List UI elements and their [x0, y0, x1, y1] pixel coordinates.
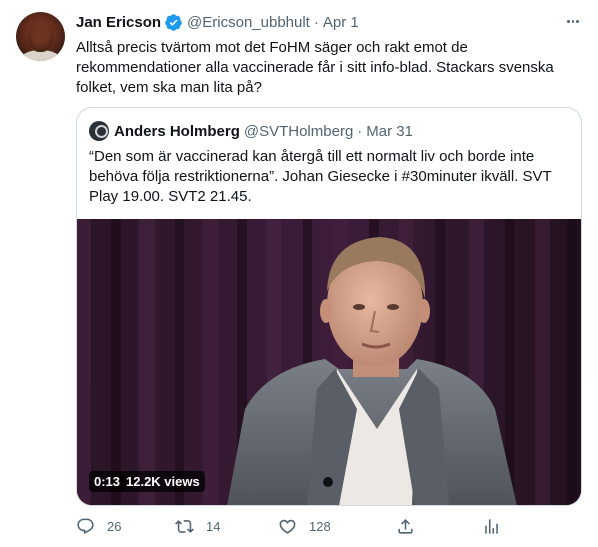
action-bar: 26 14 128	[76, 514, 498, 538]
quoted-author-name: Anders Holmberg	[114, 122, 240, 140]
tweet-text: Alltså precis tvärtom mot det FoHM säger…	[76, 39, 554, 96]
retweet-button[interactable]: 14	[175, 514, 220, 538]
video-player[interactable]: 0:13 12.2K views	[77, 219, 581, 505]
tweet-header: Jan Ericson @Ericson_ubbhult · Apr 1	[76, 12, 359, 32]
heart-icon	[279, 519, 296, 534]
like-button[interactable]: 128	[278, 514, 331, 538]
quoted-tweet-header: Anders Holmberg @SVTHolmberg · Mar 31	[89, 121, 413, 141]
quoted-author-avatar	[89, 121, 109, 141]
reply-button[interactable]: 26	[76, 514, 121, 538]
verified-badge-icon	[165, 13, 182, 31]
video-frame	[77, 219, 581, 505]
retweet-count: 14	[206, 518, 221, 534]
author-avatar[interactable]	[16, 12, 65, 61]
quoted-tweet-date: Mar 31	[366, 122, 413, 140]
quoted-tweet[interactable]: Anders Holmberg @SVTHolmberg · Mar 31 “D…	[76, 107, 582, 506]
tweet[interactable]: Jan Ericson @Ericson_ubbhult · Apr 1 All…	[0, 0, 598, 547]
author-handle[interactable]: @Ericson_ubbhult	[187, 14, 310, 31]
reply-count: 26	[107, 518, 122, 534]
analytics-icon	[485, 518, 498, 534]
author-name[interactable]: Jan Ericson	[76, 14, 161, 31]
more-icon[interactable]	[566, 12, 580, 30]
quoted-author-handle: @SVTHolmberg	[243, 122, 354, 140]
retweet-icon	[175, 519, 194, 533]
separator-dot: ·	[313, 13, 319, 31]
video-view-count: 12.2K views	[121, 471, 205, 492]
share-button[interactable]	[396, 514, 415, 538]
reply-icon	[77, 518, 94, 534]
tweet-date[interactable]: Apr 1	[323, 14, 359, 31]
share-icon	[398, 518, 413, 534]
like-count: 128	[309, 518, 331, 534]
analytics-button[interactable]	[482, 514, 501, 538]
quoted-separator-dot: ·	[357, 122, 363, 140]
quoted-tweet-text: “Den som är vaccinerad kan återgå till e…	[89, 148, 552, 205]
video-timestamp: 0:13	[89, 471, 126, 492]
